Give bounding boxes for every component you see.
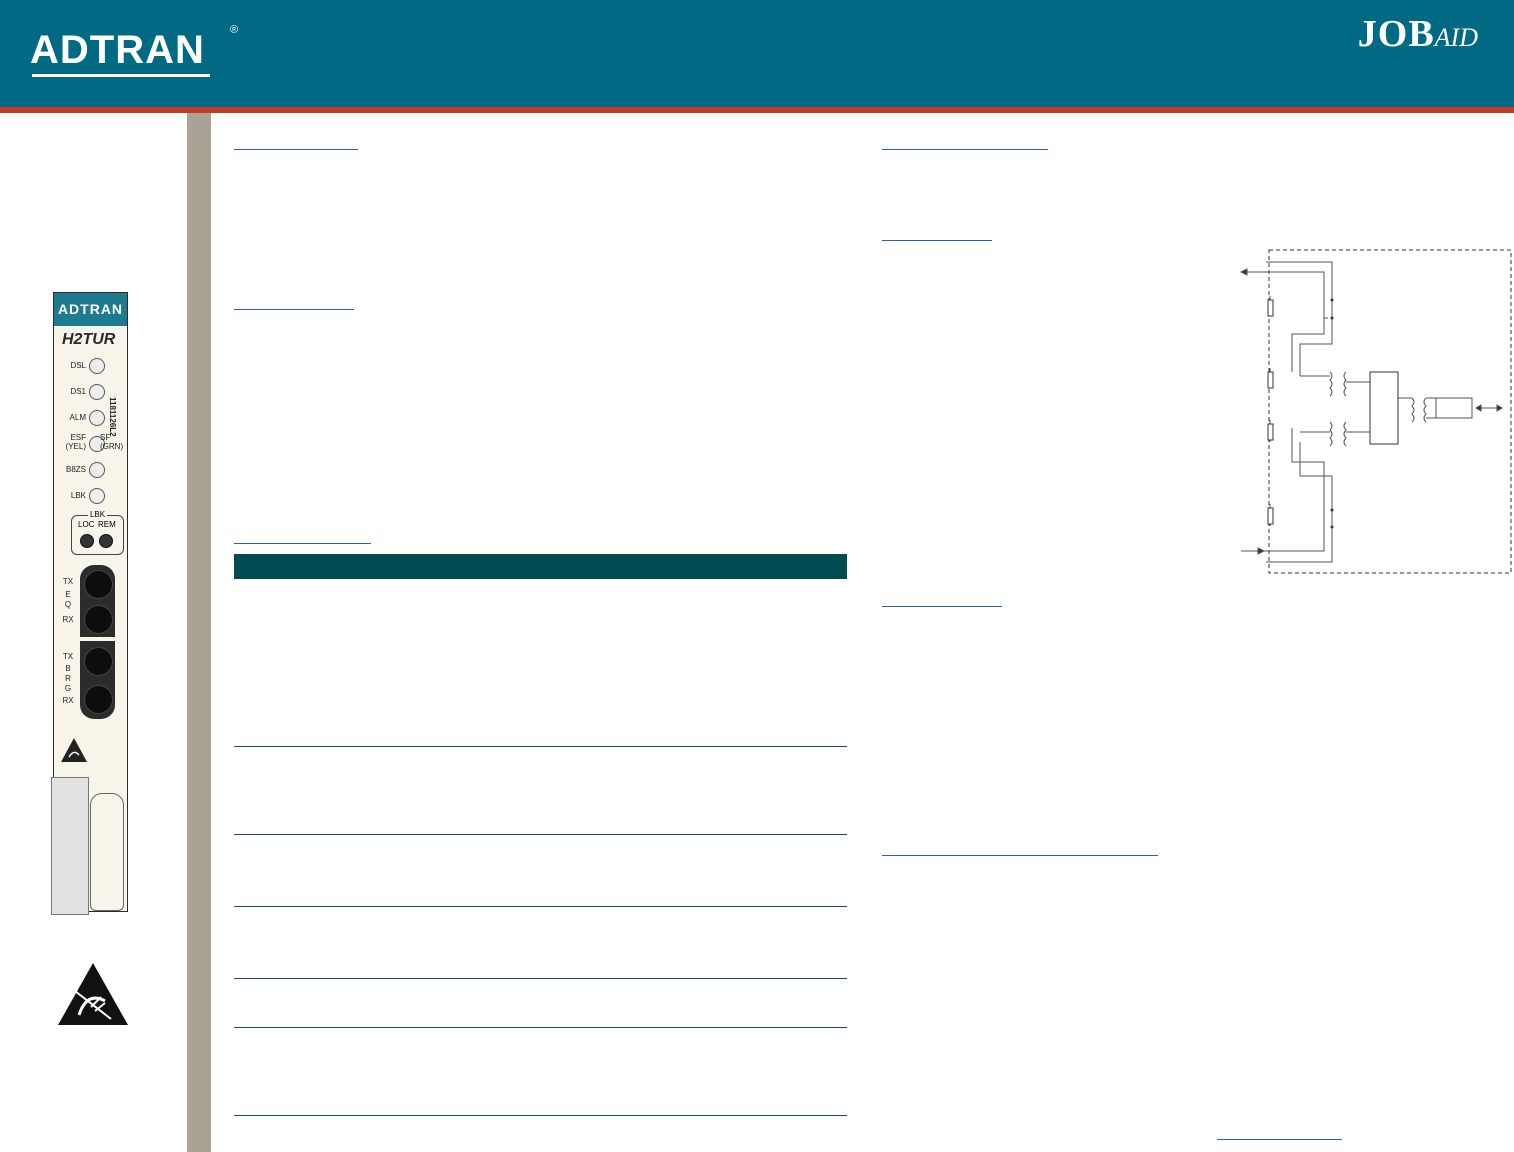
card-faceplate-latch xyxy=(90,793,124,911)
eq-tx-label: TX xyxy=(62,577,74,586)
card-model-label: H2TUR xyxy=(62,331,116,348)
table-row-divider xyxy=(234,906,847,907)
table-header-bar xyxy=(234,554,847,579)
led-label-dsl: DSL xyxy=(70,361,86,370)
contact-link-underline[interactable] xyxy=(1217,1139,1342,1140)
loc-button-icon xyxy=(80,534,94,548)
lbk-box-title: LBK xyxy=(87,510,108,519)
brg-tx-jack-icon xyxy=(84,647,113,676)
brg-jack-group xyxy=(80,641,115,719)
side-divider-bar xyxy=(187,113,211,1152)
table-row-divider xyxy=(234,978,847,979)
schematic-diagram xyxy=(1239,249,1512,574)
led-label-ds1: DS1 xyxy=(70,387,86,396)
esd-warning-icon xyxy=(61,738,87,762)
section-heading-underline xyxy=(882,855,1158,856)
card-part-number: 1181126L2 xyxy=(108,397,117,437)
job-aid-job: JOB xyxy=(1357,13,1435,55)
eq-jack-group xyxy=(80,565,115,637)
card-logo-strip: ADTRAN xyxy=(54,293,127,326)
adtran-logo: ADTRAN ® xyxy=(30,24,238,82)
table-row-divider xyxy=(234,834,847,835)
card-ejector-handle xyxy=(51,777,89,915)
section-heading-underline xyxy=(234,543,371,544)
esd-warning-icon xyxy=(58,963,128,1025)
section-heading-underline xyxy=(882,149,1048,150)
led-label-lbk: LBK xyxy=(70,491,86,500)
section-heading-underline xyxy=(234,149,358,150)
ds1-led-icon xyxy=(89,384,105,400)
brand-name: ADTRAN xyxy=(30,28,205,72)
lbk-led-icon xyxy=(89,488,105,504)
brg-label: B R G xyxy=(64,664,72,693)
led-label-alm: ALM xyxy=(69,413,86,422)
led-label-esf: ESF (YEL) xyxy=(65,433,86,451)
page-header: ADTRAN ® JOBAID xyxy=(0,0,1514,113)
brg-tx-label: TX xyxy=(62,652,74,661)
lbk-loc-label: LOC xyxy=(78,520,95,529)
loopback-buttons-box: LBK LOC REM xyxy=(71,510,124,555)
h2tur-card-illustration: ADTRAN H2TUR DSL DS1 ALM ESF (YEL) SF (G… xyxy=(51,292,128,915)
eq-tx-jack-icon xyxy=(84,570,113,599)
alm-led-icon xyxy=(89,410,105,426)
card-logo-text: ADTRAN xyxy=(57,301,124,317)
table-row-divider xyxy=(234,1027,847,1028)
table-row-divider xyxy=(234,1115,847,1116)
brg-rx-label: RX xyxy=(62,696,74,705)
lbk-rem-label: REM xyxy=(98,520,116,529)
rem-button-icon xyxy=(99,534,113,548)
eq-rx-label: RX xyxy=(62,615,74,624)
job-aid-title: JOBAID xyxy=(1358,12,1478,56)
section-heading-underline xyxy=(882,240,992,241)
section-heading-underline xyxy=(882,606,1002,607)
job-aid-aid: AID xyxy=(1434,23,1478,52)
section-heading-underline xyxy=(234,309,354,310)
brg-rx-jack-icon xyxy=(84,685,113,714)
eq-rx-jack-icon xyxy=(84,605,113,634)
table-row-divider xyxy=(234,746,847,747)
registered-mark: ® xyxy=(230,24,239,36)
logo-underline xyxy=(32,74,210,77)
led-label-b8zs: B8ZS xyxy=(65,465,86,474)
eq-label: E Q xyxy=(64,590,72,609)
b8zs-led-icon xyxy=(89,462,105,478)
dsl-led-icon xyxy=(89,358,105,374)
